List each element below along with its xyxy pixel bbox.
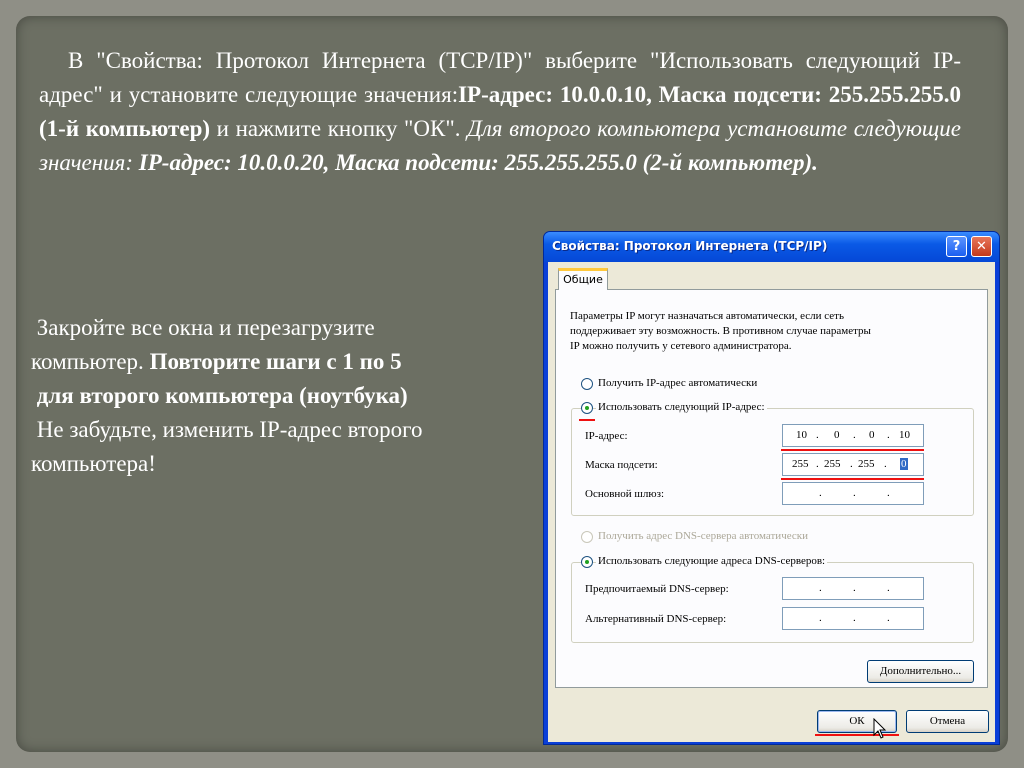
reboot-line-2b: Повторите шаги с 1 по 5 <box>149 349 402 374</box>
radio-auto-ip-label[interactable]: Получить IP-адрес автоматически <box>598 377 757 389</box>
advanced-button[interactable]: Дополнительно... <box>867 660 974 683</box>
mask-dot: . <box>850 458 853 470</box>
alternate-dns-label: Альтернативный DNS-сервер: <box>585 613 727 625</box>
instruction-paragraph: В "Свойства: Протокол Интернета (TCP/IP)… <box>39 44 961 180</box>
mask-octet-selected: 0 <box>900 458 908 470</box>
radio-auto-dns-label[interactable]: Получить адрес DNS-сервера автоматически <box>598 530 808 542</box>
alternate-dns-field[interactable]: . . . <box>782 607 924 630</box>
ip-dot: . <box>816 429 819 441</box>
reboot-line-3: для второго компьютера (ноутбука) <box>36 383 408 408</box>
description-line: Параметры IP могут назначаться автоматич… <box>570 310 844 322</box>
radio-manual-ip[interactable] <box>581 402 593 414</box>
ip-dot: . <box>853 429 856 441</box>
tab-general[interactable]: Общие <box>558 268 608 290</box>
reboot-line-4: Не забудьте, изменить IP-адрес второго <box>36 417 423 442</box>
ip-octet: 10 <box>796 429 807 441</box>
ip-octet: 0 <box>869 429 875 441</box>
cancel-button[interactable]: Отмена <box>906 710 989 733</box>
mask-dot: . <box>816 458 819 470</box>
close-button[interactable]: ✕ <box>971 236 992 257</box>
dns-dot: . <box>819 582 822 594</box>
mask-octet: 255 <box>824 458 841 470</box>
mask-octet: 255 <box>858 458 875 470</box>
reboot-line-5: компьютера! <box>31 451 156 476</box>
dns-groupbox <box>571 562 974 643</box>
ip-highlight-underline <box>781 449 924 451</box>
dns-dot: . <box>887 612 890 624</box>
dns-dot: . <box>887 582 890 594</box>
description-line: IP можно получить у сетевого администрат… <box>570 340 792 352</box>
reboot-line-2a: компьютер. <box>31 349 150 374</box>
reboot-line-1: Закройте все окна и перезагрузите <box>36 315 375 340</box>
radio-auto-ip[interactable] <box>581 378 593 390</box>
ip-address-field[interactable]: 10 . 0 . 0 . 10 <box>782 424 924 447</box>
dialog-description: Параметры IP могут назначаться автоматич… <box>570 309 871 354</box>
instruction-bold-italic: IP-адрес: 10.0.0.20, Маска подсети: 255.… <box>138 150 818 175</box>
radio-manual-dns-label[interactable]: Использовать следующие адреса DNS-сервер… <box>596 555 828 567</box>
mask-octet: 255 <box>792 458 809 470</box>
mouse-cursor-icon <box>873 718 887 739</box>
gateway-field[interactable]: . . . <box>782 482 924 505</box>
dialog-title: Свойства: Протокол Интернета (TCP/IP) <box>552 239 828 253</box>
instruction-text-2: и нажмите кнопку "ОК". <box>210 116 468 141</box>
ip-dot: . <box>887 429 890 441</box>
radio-highlight-underline <box>579 419 595 421</box>
radio-manual-dns[interactable] <box>581 556 593 568</box>
mask-dot: . <box>884 458 887 470</box>
gateway-dot: . <box>887 487 890 499</box>
dns-dot: . <box>853 582 856 594</box>
ip-octet: 0 <box>834 429 840 441</box>
preferred-dns-label: Предпочитаемый DNS-сервер: <box>585 583 729 595</box>
gateway-dot: . <box>853 487 856 499</box>
radio-manual-ip-label[interactable]: Использовать следующий IP-адрес: <box>596 401 767 413</box>
dns-dot: . <box>853 612 856 624</box>
radio-auto-dns[interactable] <box>581 531 593 543</box>
mask-highlight-underline <box>781 478 924 480</box>
description-line: поддерживает эту возможность. В противно… <box>570 325 871 337</box>
help-button[interactable]: ? <box>946 236 967 257</box>
gateway-label: Основной шлюз: <box>585 488 665 500</box>
subnet-mask-field[interactable]: 255 . 255 . 255 . 0 <box>782 453 924 476</box>
subnet-mask-label: Маска подсети: <box>585 459 658 471</box>
preferred-dns-field[interactable]: . . . <box>782 577 924 600</box>
ip-address-label: IP-адрес: <box>585 430 628 442</box>
reboot-paragraph: Закройте все окна и перезагрузите компью… <box>31 311 531 481</box>
gateway-dot: . <box>819 487 822 499</box>
title-bar[interactable]: Свойства: Протокол Интернета (TCP/IP) ? … <box>544 232 999 262</box>
dns-dot: . <box>819 612 822 624</box>
ip-octet: 10 <box>899 429 910 441</box>
